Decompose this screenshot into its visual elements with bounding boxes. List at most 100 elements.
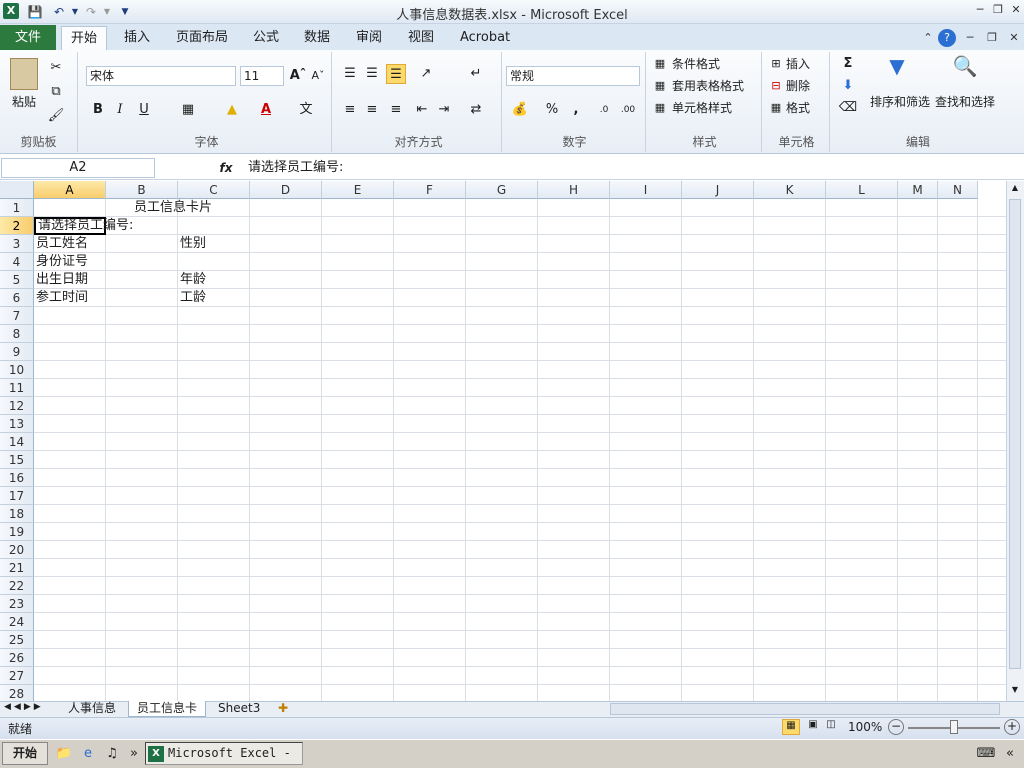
bold-icon[interactable]: B [88,100,108,120]
row-header-7[interactable]: 7 [0,307,34,325]
vertical-scrollbar[interactable]: ▲ ▼ [1006,181,1024,701]
row-header-11[interactable]: 11 [0,379,34,397]
tab-acrobat[interactable]: Acrobat [451,26,519,50]
insert-sheet-icon[interactable]: ✚ [270,701,296,717]
close-icon[interactable]: ✕ [1008,2,1024,18]
decrease-decimal-icon[interactable]: .00 [618,100,638,120]
column-header-m[interactable]: M [898,181,938,199]
cell-a4[interactable]: 身份证号 [34,253,88,271]
font-color-icon[interactable]: A [256,100,276,120]
collapse-ribbon-icon[interactable]: ⌃ [920,30,936,46]
row-header-22[interactable]: 22 [0,577,34,595]
format-as-table-button[interactable]: 套用表格格式 [672,76,744,96]
quicklaunch-more-icon[interactable]: » [124,744,144,764]
decrease-indent-icon[interactable]: ⇤ [412,100,432,120]
start-button[interactable]: 开始 [2,742,48,765]
italic-icon[interactable]: I [110,100,130,120]
conditional-format-icon[interactable]: ▦ [650,54,670,74]
cell-a5[interactable]: 出生日期 [34,271,88,289]
row-header-24[interactable]: 24 [0,613,34,631]
sheet-tab-personnel[interactable]: 人事信息 [60,701,124,717]
cell-c1[interactable]: 员工信息卡片 [132,199,212,217]
insert-cells-icon[interactable]: ⊞ [766,54,786,74]
sort-filter-button[interactable]: 排序和筛选 [870,92,930,112]
formula-input[interactable]: 请选择员工编号: [248,158,343,178]
autosum-icon[interactable]: Σ [838,54,858,74]
row-header-4[interactable]: 4 [0,253,34,271]
phonetic-icon[interactable]: 文 [296,100,316,120]
number-format-combo[interactable]: 常规 [506,66,640,86]
row-header-5[interactable]: 5 [0,271,34,289]
row-header-16[interactable]: 16 [0,469,34,487]
row-header-19[interactable]: 19 [0,523,34,541]
paste-icon[interactable] [10,58,38,90]
column-header-h[interactable]: H [538,181,610,199]
quicklaunch-ie-icon[interactable]: e [78,744,98,764]
select-all-corner[interactable] [0,181,34,199]
scroll-up-icon[interactable]: ▲ [1009,183,1021,195]
clear-icon[interactable]: ⌫ [838,98,858,118]
format-cells-icon[interactable]: ▦ [766,98,786,118]
vertical-scroll-thumb[interactable] [1009,199,1021,669]
row-header-20[interactable]: 20 [0,541,34,559]
align-middle-icon[interactable]: ☰ [362,64,382,84]
tab-page-layout[interactable]: 页面布局 [167,26,237,50]
font-size-combo[interactable]: 11 [240,66,284,86]
fill-color-icon[interactable]: ▲ [222,100,242,120]
horizontal-scrollbar[interactable] [610,703,1000,715]
cut-icon[interactable]: ✂ [46,58,66,78]
orientation-icon[interactable]: ↗ [416,64,436,84]
zoom-in-icon[interactable]: + [1004,719,1020,735]
cell-a2[interactable]: 请选择员工编号: [34,217,133,235]
row-header-12[interactable]: 12 [0,397,34,415]
name-box[interactable]: A2 [1,158,155,178]
row-header-28[interactable]: 28 [0,685,34,701]
column-header-a[interactable]: A [34,181,106,199]
tab-home[interactable]: 开始 [61,26,108,50]
fill-icon[interactable]: ⬇ [838,76,858,96]
row-header-10[interactable]: 10 [0,361,34,379]
align-right-icon[interactable]: ≡ [386,100,406,120]
column-header-n[interactable]: N [938,181,978,199]
increase-indent-icon[interactable]: ⇥ [434,100,454,120]
column-header-i[interactable]: I [610,181,682,199]
merge-center-icon[interactable]: ⇄ [466,100,486,120]
cell-c6[interactable]: 工龄 [178,289,206,307]
row-header-27[interactable]: 27 [0,667,34,685]
format-cells-button[interactable]: 格式 [786,98,810,118]
row-header-17[interactable]: 17 [0,487,34,505]
row-header-6[interactable]: 6 [0,289,34,307]
insert-function-button[interactable]: fx [214,158,238,178]
column-header-c[interactable]: C [178,181,250,199]
row-header-14[interactable]: 14 [0,433,34,451]
column-header-d[interactable]: D [250,181,322,199]
column-header-k[interactable]: K [754,181,826,199]
tab-file[interactable]: 文件 [0,25,56,50]
sort-filter-icon[interactable]: ▼ [882,56,912,86]
comma-icon[interactable]: , [566,100,586,120]
row-header-3[interactable]: 3 [0,235,34,253]
column-header-j[interactable]: J [682,181,754,199]
increase-decimal-icon[interactable]: .0 [594,100,614,120]
align-top-icon[interactable]: ☰ [340,64,360,84]
quicklaunch-explorer-icon[interactable]: 📁 [54,744,74,764]
currency-icon[interactable]: 💰 [510,100,530,120]
borders-icon[interactable]: ▦ [178,100,198,120]
row-header-26[interactable]: 26 [0,649,34,667]
sheet-nav-arrows-icon[interactable]: ◀◀▶▶ [4,702,44,712]
align-center-icon[interactable]: ≡ [362,100,382,120]
cell-c3[interactable]: 性别 [178,235,206,253]
format-as-table-icon[interactable]: ▦ [650,76,670,96]
row-header-25[interactable]: 25 [0,631,34,649]
align-bottom-icon[interactable]: ☰ [386,64,406,84]
column-header-g[interactable]: G [466,181,538,199]
sheet-tab-employee-card[interactable]: 员工信息卡 [128,701,207,717]
scroll-down-icon[interactable]: ▼ [1009,685,1021,697]
row-header-1[interactable]: 1 [0,199,34,217]
tab-insert[interactable]: 插入 [115,26,159,50]
row-header-15[interactable]: 15 [0,451,34,469]
quicklaunch-media-icon[interactable]: ♫ [102,744,122,764]
doc-minimize-icon[interactable]: ─ [962,30,978,46]
zoom-slider-thumb[interactable] [950,720,958,734]
tab-formulas[interactable]: 公式 [244,26,288,50]
